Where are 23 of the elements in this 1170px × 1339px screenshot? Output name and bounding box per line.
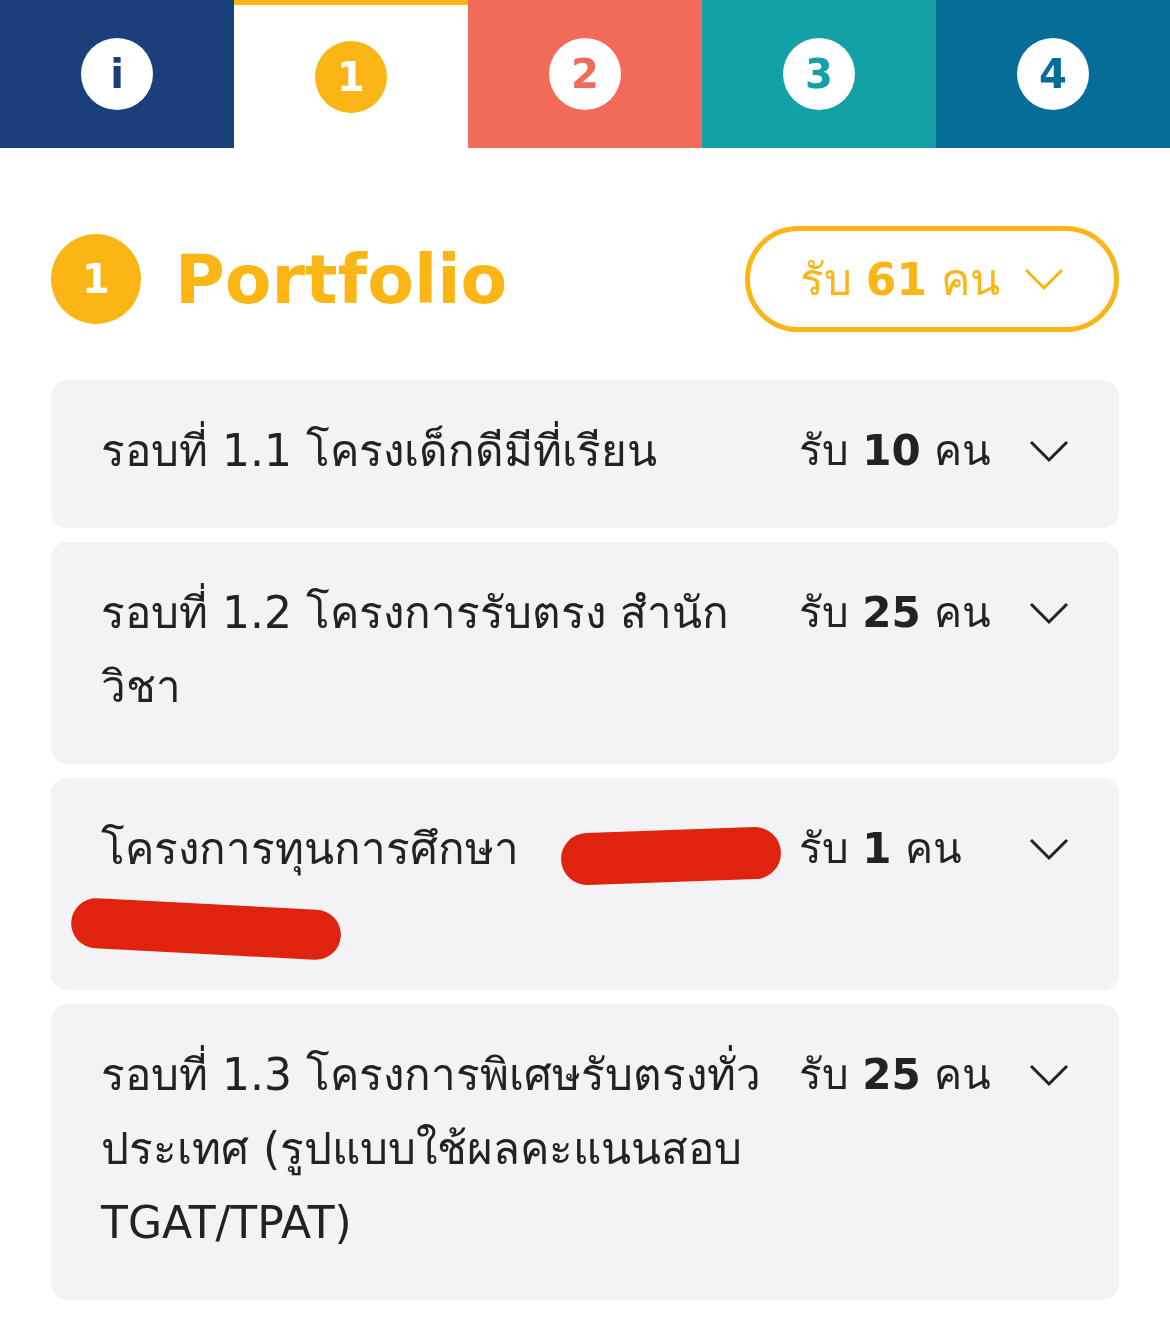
round-title: โครงการทุนการศึกษา <box>101 823 519 874</box>
chevron-down-icon <box>1029 601 1069 625</box>
quota-text: รับ 25 คน <box>799 587 992 639</box>
step-badge: 1 <box>315 40 387 113</box>
chevron-down-icon <box>1029 1063 1069 1087</box>
tab[interactable]: i <box>0 0 234 148</box>
step-badge: 3 <box>783 38 855 110</box>
section-title: Portfolio <box>175 239 508 319</box>
step-badge: i <box>81 38 153 110</box>
tab[interactable]: 4 <box>936 0 1170 148</box>
round-card[interactable]: รอบที่ 1.1 โครงเด็กดีมีที่เรียน รับ 10 คน <box>51 380 1119 528</box>
quota-text: รับ 1 คน <box>799 823 962 875</box>
chevron-down-icon <box>1029 837 1069 861</box>
round-card[interactable]: รอบที่ 1.2 โครงการรับตรง สำนักวิชา รับ 25 คน <box>51 542 1119 764</box>
chevron-down-icon <box>1029 439 1069 463</box>
step-number-badge: 1 <box>51 234 141 324</box>
step-badge: 2 <box>549 38 621 110</box>
quota-text: รับ 25 คน <box>799 1049 992 1101</box>
chevron-down-icon <box>1024 267 1064 291</box>
quota-text: รับ 10 คน <box>799 425 992 477</box>
round-card[interactable]: โครงการทุนการศึกษา รับ 1 คน <box>51 778 1119 990</box>
step-badge: 4 <box>1017 38 1089 110</box>
round-card[interactable]: รอบที่ 1.3 โครงการพิเศษรับตรงทั่วประเทศ (รูปแบบใช้ผลคะแนนสอบ TGAT/TPAT) รับ 25 คน <box>51 1004 1119 1300</box>
